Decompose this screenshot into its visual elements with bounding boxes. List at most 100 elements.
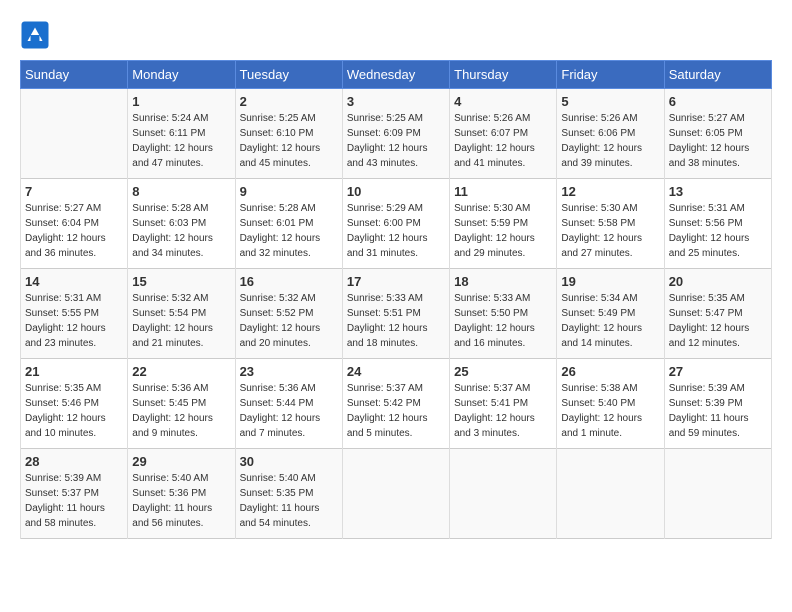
day-number: 25 [454,364,552,379]
day-number: 10 [347,184,445,199]
day-info: Sunrise: 5:32 AM Sunset: 5:54 PM Dayligh… [132,291,230,351]
day-info: Sunrise: 5:30 AM Sunset: 5:59 PM Dayligh… [454,201,552,261]
header-day-saturday: Saturday [664,61,771,89]
day-number: 23 [240,364,338,379]
day-info: Sunrise: 5:36 AM Sunset: 5:44 PM Dayligh… [240,381,338,441]
day-info: Sunrise: 5:34 AM Sunset: 5:49 PM Dayligh… [561,291,659,351]
calendar-cell: 7 Sunrise: 5:27 AM Sunset: 6:04 PM Daylig… [21,179,128,269]
header-day-monday: Monday [128,61,235,89]
header-row: SundayMondayTuesdayWednesdayThursdayFrid… [21,61,772,89]
calendar-cell: 24 Sunrise: 5:37 AM Sunset: 5:42 PM Dayli… [342,359,449,449]
calendar-week-2: 7 Sunrise: 5:27 AM Sunset: 6:04 PM Daylig… [21,179,772,269]
day-info: Sunrise: 5:37 AM Sunset: 5:41 PM Dayligh… [454,381,552,441]
day-info: Sunrise: 5:24 AM Sunset: 6:11 PM Dayligh… [132,111,230,171]
calendar-cell: 5Sunrise: 5:26 AM Sunset: 6:06 PM Daylig… [557,89,664,179]
day-number: 18 [454,274,552,289]
day-number: 4 [454,94,552,109]
day-info: Sunrise: 5:25 AM Sunset: 6:10 PM Dayligh… [240,111,338,171]
calendar-cell [557,449,664,539]
calendar-cell: 11Sunrise: 5:30 AM Sunset: 5:59 PM Dayli… [450,179,557,269]
day-number: 3 [347,94,445,109]
calendar-cell: 27 Sunrise: 5:39 AM Sunset: 5:39 PM Dayli… [664,359,771,449]
calendar-cell [450,449,557,539]
calendar-cell: 21 Sunrise: 5:35 AM Sunset: 5:46 PM Dayli… [21,359,128,449]
calendar-cell: 20 Sunrise: 5:35 AM Sunset: 5:47 PM Dayli… [664,269,771,359]
day-number: 21 [25,364,123,379]
day-number: 7 [25,184,123,199]
day-number: 17 [347,274,445,289]
day-number: 19 [561,274,659,289]
day-number: 30 [240,454,338,469]
calendar-cell: 12Sunrise: 5:30 AM Sunset: 5:58 PM Dayli… [557,179,664,269]
day-info: Sunrise: 5:26 AM Sunset: 6:07 PM Dayligh… [454,111,552,171]
calendar-cell: 2 Sunrise: 5:25 AM Sunset: 6:10 PM Daylig… [235,89,342,179]
day-info: Sunrise: 5:40 AM Sunset: 5:36 PM Dayligh… [132,471,230,531]
day-number: 13 [669,184,767,199]
day-number: 1 [132,94,230,109]
day-number: 24 [347,364,445,379]
calendar-table: SundayMondayTuesdayWednesdayThursdayFrid… [20,60,772,539]
calendar-cell: 30 Sunrise: 5:40 AM Sunset: 5:35 PM Dayli… [235,449,342,539]
day-info: Sunrise: 5:39 AM Sunset: 5:39 PM Dayligh… [669,381,767,441]
calendar-cell [21,89,128,179]
calendar-cell: 13 Sunrise: 5:31 AM Sunset: 5:56 PM Dayli… [664,179,771,269]
day-info: Sunrise: 5:32 AM Sunset: 5:52 PM Dayligh… [240,291,338,351]
day-number: 27 [669,364,767,379]
day-info: Sunrise: 5:27 AM Sunset: 6:04 PM Dayligh… [25,201,123,261]
calendar-cell: 4 Sunrise: 5:26 AM Sunset: 6:07 PM Daylig… [450,89,557,179]
day-info: Sunrise: 5:36 AM Sunset: 5:45 PM Dayligh… [132,381,230,441]
calendar-cell: 9 Sunrise: 5:28 AM Sunset: 6:01 PM Daylig… [235,179,342,269]
day-number: 15 [132,274,230,289]
day-info: Sunrise: 5:40 AM Sunset: 5:35 PM Dayligh… [240,471,338,531]
day-number: 22 [132,364,230,379]
day-info: Sunrise: 5:28 AM Sunset: 6:03 PM Dayligh… [132,201,230,261]
day-info: Sunrise: 5:35 AM Sunset: 5:46 PM Dayligh… [25,381,123,441]
header-day-tuesday: Tuesday [235,61,342,89]
calendar-cell: 17 Sunrise: 5:33 AM Sunset: 5:51 PM Dayli… [342,269,449,359]
day-number: 16 [240,274,338,289]
calendar-week-5: 28 Sunrise: 5:39 AM Sunset: 5:37 PM Dayli… [21,449,772,539]
day-number: 20 [669,274,767,289]
day-number: 8 [132,184,230,199]
day-info: Sunrise: 5:28 AM Sunset: 6:01 PM Dayligh… [240,201,338,261]
day-info: Sunrise: 5:33 AM Sunset: 5:50 PM Dayligh… [454,291,552,351]
header-day-friday: Friday [557,61,664,89]
calendar-cell: 15 Sunrise: 5:32 AM Sunset: 5:54 PM Dayli… [128,269,235,359]
calendar-cell: 1 Sunrise: 5:24 AM Sunset: 6:11 PM Daylig… [128,89,235,179]
day-number: 28 [25,454,123,469]
calendar-body: 1 Sunrise: 5:24 AM Sunset: 6:11 PM Daylig… [21,89,772,539]
calendar-cell: 18 Sunrise: 5:33 AM Sunset: 5:50 PM Dayli… [450,269,557,359]
day-info: Sunrise: 5:39 AM Sunset: 5:37 PM Dayligh… [25,471,123,531]
calendar-cell: 8 Sunrise: 5:28 AM Sunset: 6:03 PM Daylig… [128,179,235,269]
day-number: 12 [561,184,659,199]
day-number: 2 [240,94,338,109]
calendar-cell [664,449,771,539]
day-number: 14 [25,274,123,289]
header-day-sunday: Sunday [21,61,128,89]
calendar-cell: 26Sunrise: 5:38 AM Sunset: 5:40 PM Dayli… [557,359,664,449]
calendar-cell: 28 Sunrise: 5:39 AM Sunset: 5:37 PM Dayli… [21,449,128,539]
logo-icon [20,20,50,50]
day-number: 6 [669,94,767,109]
day-info: Sunrise: 5:26 AM Sunset: 6:06 PM Dayligh… [561,111,659,171]
day-info: Sunrise: 5:31 AM Sunset: 5:56 PM Dayligh… [669,201,767,261]
calendar-week-1: 1 Sunrise: 5:24 AM Sunset: 6:11 PM Daylig… [21,89,772,179]
day-info: Sunrise: 5:31 AM Sunset: 5:55 PM Dayligh… [25,291,123,351]
day-info: Sunrise: 5:37 AM Sunset: 5:42 PM Dayligh… [347,381,445,441]
day-info: Sunrise: 5:29 AM Sunset: 6:00 PM Dayligh… [347,201,445,261]
page-header [20,20,772,50]
calendar-cell: 10 Sunrise: 5:29 AM Sunset: 6:00 PM Dayli… [342,179,449,269]
logo [20,20,52,50]
day-number: 29 [132,454,230,469]
calendar-cell [342,449,449,539]
day-info: Sunrise: 5:35 AM Sunset: 5:47 PM Dayligh… [669,291,767,351]
day-info: Sunrise: 5:25 AM Sunset: 6:09 PM Dayligh… [347,111,445,171]
calendar-cell: 23 Sunrise: 5:36 AM Sunset: 5:44 PM Dayli… [235,359,342,449]
day-info: Sunrise: 5:38 AM Sunset: 5:40 PM Dayligh… [561,381,659,441]
calendar-header: SundayMondayTuesdayWednesdayThursdayFrid… [21,61,772,89]
day-info: Sunrise: 5:33 AM Sunset: 5:51 PM Dayligh… [347,291,445,351]
calendar-week-4: 21 Sunrise: 5:35 AM Sunset: 5:46 PM Dayli… [21,359,772,449]
calendar-cell: 3 Sunrise: 5:25 AM Sunset: 6:09 PM Daylig… [342,89,449,179]
calendar-cell: 6Sunrise: 5:27 AM Sunset: 6:05 PM Daylig… [664,89,771,179]
day-number: 9 [240,184,338,199]
